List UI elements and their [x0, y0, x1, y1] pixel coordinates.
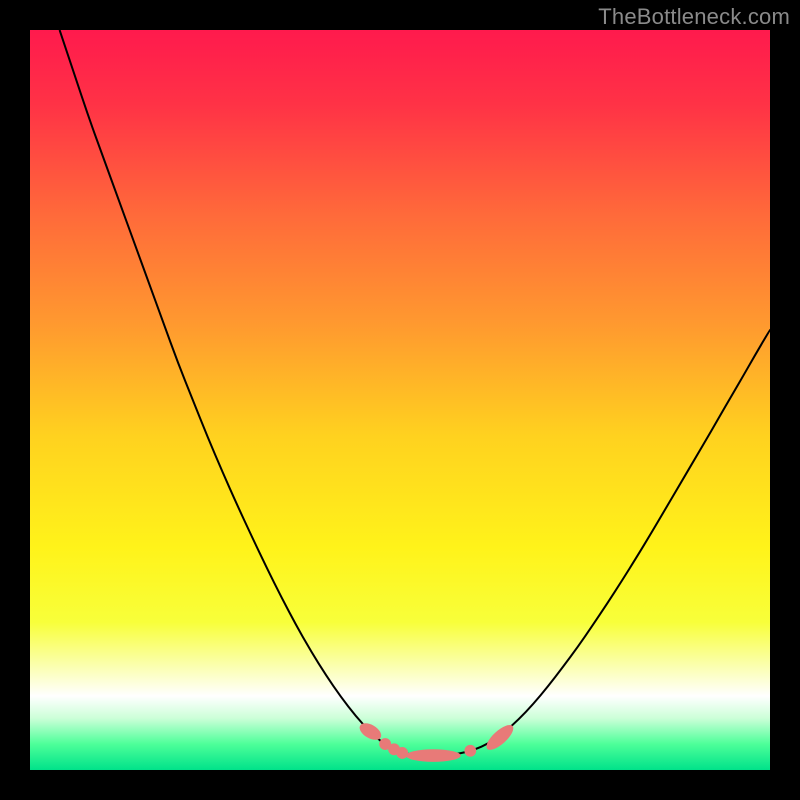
outer-frame: TheBottleneck.com: [0, 0, 800, 800]
curve-marker: [396, 747, 408, 759]
plot-area: [30, 30, 770, 770]
curve-marker: [464, 745, 476, 757]
curve-marker: [406, 749, 461, 762]
chart-svg: [30, 30, 770, 770]
gradient-background: [30, 30, 770, 770]
watermark-text: TheBottleneck.com: [598, 4, 790, 30]
